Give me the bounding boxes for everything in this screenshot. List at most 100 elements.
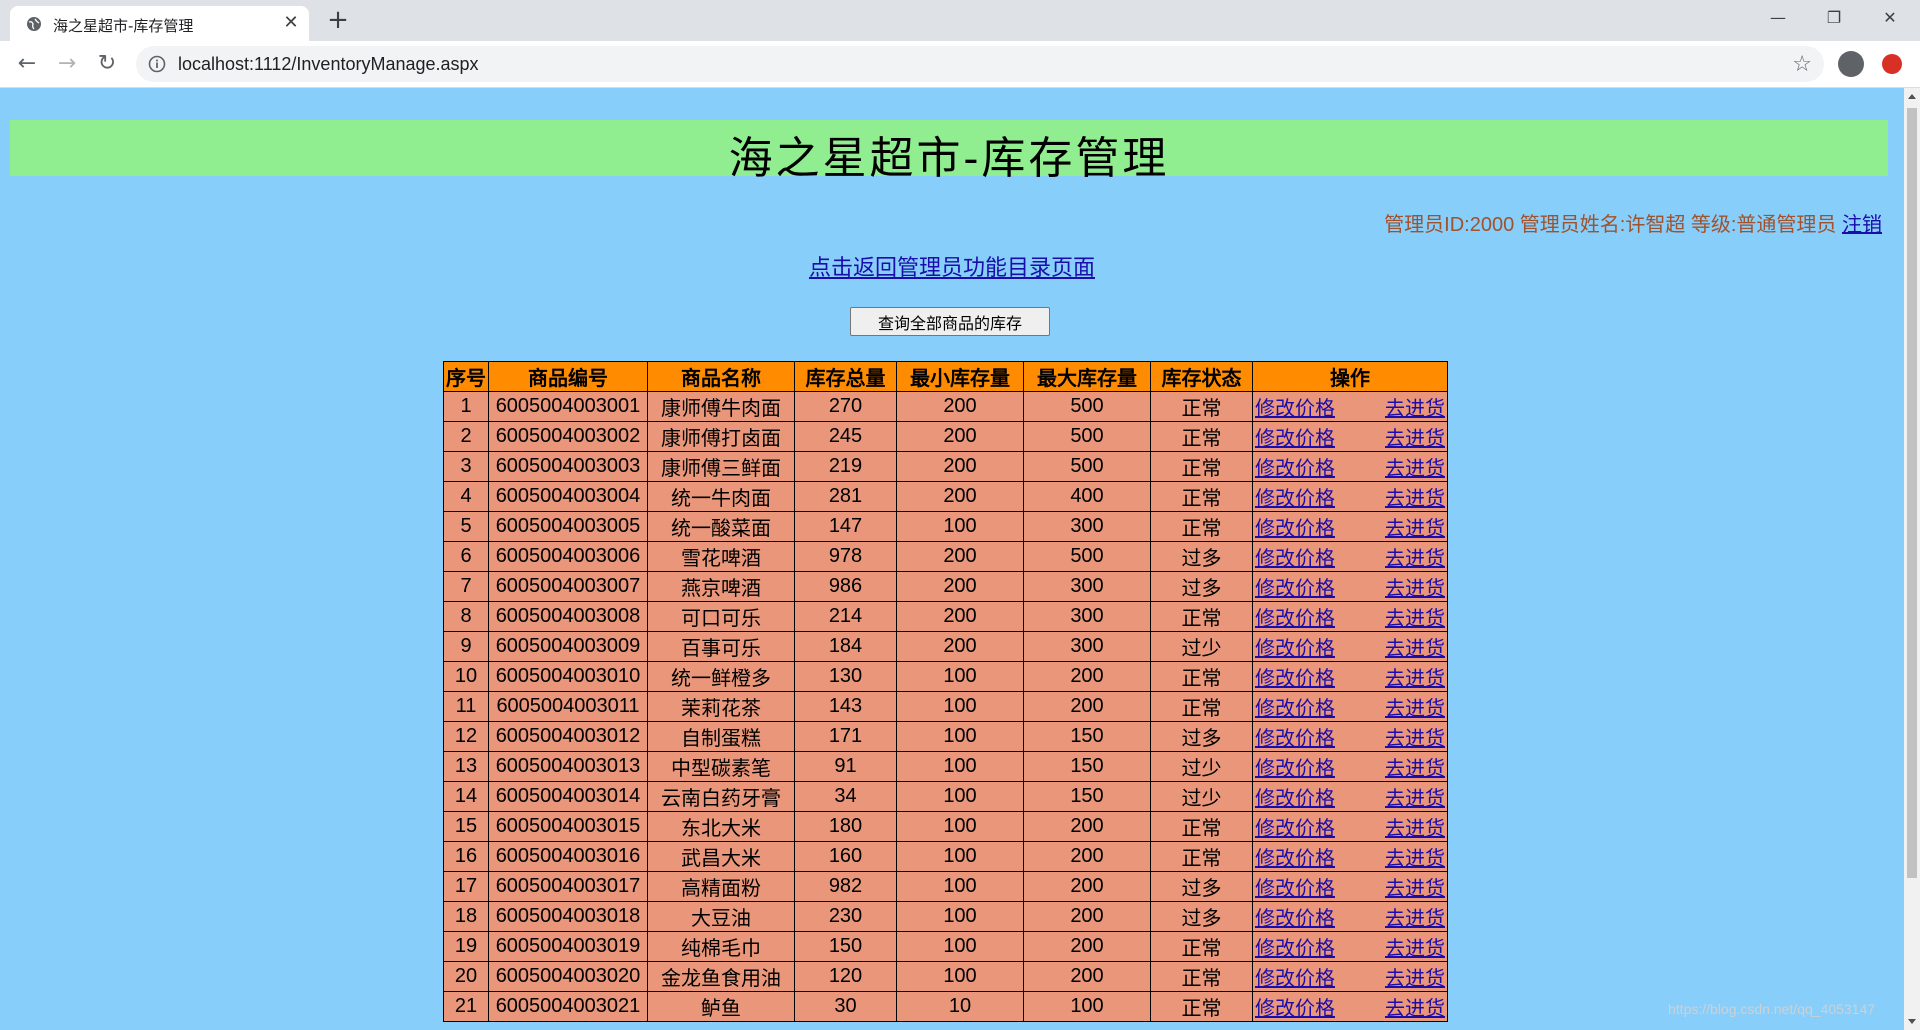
table-row: 15 6005004003015 东北大米 180 100 200 正常 修改价格 去进货	[443, 811, 1448, 842]
edit-price-link[interactable]: 修改价格	[1255, 696, 1335, 720]
cell-index: 3	[443, 451, 489, 482]
edit-price-link[interactable]: 修改价格	[1255, 756, 1335, 780]
cell-actions: 修改价格 去进货	[1252, 601, 1448, 632]
back-to-menu-link[interactable]: 点击返回管理员功能目录页面	[809, 256, 1095, 281]
cell-code: 6005004003020	[488, 961, 648, 992]
cell-max: 150	[1023, 781, 1151, 812]
edit-price-link[interactable]: 修改价格	[1255, 816, 1335, 840]
profile-avatar-icon[interactable]	[1838, 51, 1864, 77]
edit-price-link[interactable]: 修改价格	[1255, 666, 1335, 690]
restock-link[interactable]: 去进货	[1385, 752, 1445, 781]
restock-link[interactable]: 去进货	[1385, 962, 1445, 991]
restock-link[interactable]: 去进货	[1385, 692, 1445, 721]
cell-actions: 修改价格 去进货	[1252, 751, 1448, 782]
restock-link[interactable]: 去进货	[1385, 872, 1445, 901]
edit-price-link[interactable]: 修改价格	[1255, 516, 1335, 540]
restock-link[interactable]: 去进货	[1385, 392, 1445, 421]
cell-status: 过多	[1150, 871, 1253, 902]
restock-link[interactable]: 去进货	[1385, 602, 1445, 631]
restock-link[interactable]: 去进货	[1385, 932, 1445, 961]
cell-total: 30	[794, 991, 897, 1022]
scroll-up-arrow-icon[interactable]	[1908, 94, 1916, 99]
edit-price-link[interactable]: 修改价格	[1255, 606, 1335, 630]
restock-link[interactable]: 去进货	[1385, 572, 1445, 601]
cell-total: 982	[794, 871, 897, 902]
new-tab-button[interactable]: +	[326, 7, 350, 33]
edit-price-link[interactable]: 修改价格	[1255, 846, 1335, 870]
table-row: 6 6005004003006 雪花啤酒 978 200 500 过多 修改价格 去进货	[443, 541, 1448, 572]
table-body: 1 6005004003001 康师傅牛肉面 270 200 500 正常 修改价格 去进货 2 6…	[443, 391, 1448, 1022]
restock-link[interactable]: 去进货	[1385, 812, 1445, 841]
restock-link[interactable]: 去进货	[1385, 482, 1445, 511]
address-bar[interactable]: localhost:1112/InventoryManage.aspx ☆	[136, 46, 1824, 82]
edit-price-link[interactable]: 修改价格	[1255, 546, 1335, 570]
restock-link[interactable]: 去进货	[1385, 842, 1445, 871]
maximize-button[interactable]: ❐	[1806, 0, 1862, 36]
cell-status: 正常	[1150, 601, 1253, 632]
restock-link[interactable]: 去进货	[1385, 512, 1445, 541]
restock-link[interactable]: 去进货	[1385, 422, 1445, 451]
extension-icon[interactable]	[1882, 54, 1902, 74]
cell-code: 6005004003011	[488, 691, 648, 722]
minimize-button[interactable]: —	[1750, 0, 1806, 36]
query-all-inventory-button[interactable]: 查询全部商品的库存	[850, 307, 1050, 336]
info-icon[interactable]	[148, 55, 166, 73]
cell-code: 6005004003017	[488, 871, 648, 902]
edit-price-link[interactable]: 修改价格	[1255, 936, 1335, 960]
edit-price-link[interactable]: 修改价格	[1255, 966, 1335, 990]
edit-price-link[interactable]: 修改价格	[1255, 396, 1335, 420]
cell-actions: 修改价格 去进货	[1252, 421, 1448, 452]
edit-price-link[interactable]: 修改价格	[1255, 786, 1335, 810]
cell-max: 300	[1023, 631, 1151, 662]
cell-index: 7	[443, 571, 489, 602]
bookmark-star-icon[interactable]: ☆	[1792, 52, 1812, 77]
cell-actions: 修改价格 去进货	[1252, 931, 1448, 962]
vertical-scrollbar[interactable]	[1904, 88, 1920, 1030]
scrollbar-thumb[interactable]	[1907, 108, 1917, 878]
reload-button[interactable]: ↻	[94, 51, 120, 77]
edit-price-link[interactable]: 修改价格	[1255, 456, 1335, 480]
logout-link[interactable]: 注销	[1842, 214, 1882, 236]
cell-total: 978	[794, 541, 897, 572]
restock-link[interactable]: 去进货	[1385, 722, 1445, 751]
restock-link[interactable]: 去进货	[1385, 452, 1445, 481]
edit-price-link[interactable]: 修改价格	[1255, 576, 1335, 600]
edit-price-link[interactable]: 修改价格	[1255, 636, 1335, 660]
cell-index: 10	[443, 661, 489, 692]
cell-total: 180	[794, 811, 897, 842]
table-row: 2 6005004003002 康师傅打卤面 245 200 500 正常 修改价格 去进货	[443, 421, 1448, 452]
cell-status: 正常	[1150, 661, 1253, 692]
edit-price-link[interactable]: 修改价格	[1255, 486, 1335, 510]
cell-name: 统一酸菜面	[647, 511, 795, 542]
tab-close-icon[interactable]: ✕	[281, 13, 301, 33]
scroll-down-arrow-icon[interactable]	[1908, 1019, 1916, 1024]
edit-price-link[interactable]: 修改价格	[1255, 996, 1335, 1020]
restock-link[interactable]: 去进货	[1385, 782, 1445, 811]
table-row: 11 6005004003011 茉莉花茶 143 100 200 正常 修改价格 去进货	[443, 691, 1448, 722]
cell-name: 武昌大米	[647, 841, 795, 872]
edit-price-link[interactable]: 修改价格	[1255, 726, 1335, 750]
cell-min: 200	[896, 541, 1024, 572]
cell-status: 过多	[1150, 721, 1253, 752]
url-text[interactable]: localhost:1112/InventoryManage.aspx	[178, 54, 479, 75]
restock-link[interactable]: 去进货	[1385, 662, 1445, 691]
admin-info-text: 管理员ID:2000 管理员姓名:许智超 等级:普通管理员	[1384, 214, 1837, 236]
header-code: 商品编号	[488, 361, 648, 392]
restock-link[interactable]: 去进货	[1385, 902, 1445, 931]
cell-index: 19	[443, 931, 489, 962]
restock-link[interactable]: 去进货	[1385, 992, 1445, 1021]
back-button[interactable]: ←	[14, 51, 40, 77]
browser-tab[interactable]: 海之星超市-库存管理 ✕	[10, 6, 309, 41]
edit-price-link[interactable]: 修改价格	[1255, 426, 1335, 450]
restock-link[interactable]: 去进货	[1385, 632, 1445, 661]
edit-price-link[interactable]: 修改价格	[1255, 876, 1335, 900]
page-title: 海之星超市-库存管理	[728, 133, 1170, 184]
restock-link[interactable]: 去进货	[1385, 542, 1445, 571]
cell-total: 143	[794, 691, 897, 722]
forward-button[interactable]: →	[54, 51, 80, 77]
close-window-button[interactable]: ✕	[1862, 0, 1918, 36]
cell-name: 康师傅三鲜面	[647, 451, 795, 482]
cell-max: 500	[1023, 541, 1151, 572]
edit-price-link[interactable]: 修改价格	[1255, 906, 1335, 930]
cell-name: 纯棉毛巾	[647, 931, 795, 962]
